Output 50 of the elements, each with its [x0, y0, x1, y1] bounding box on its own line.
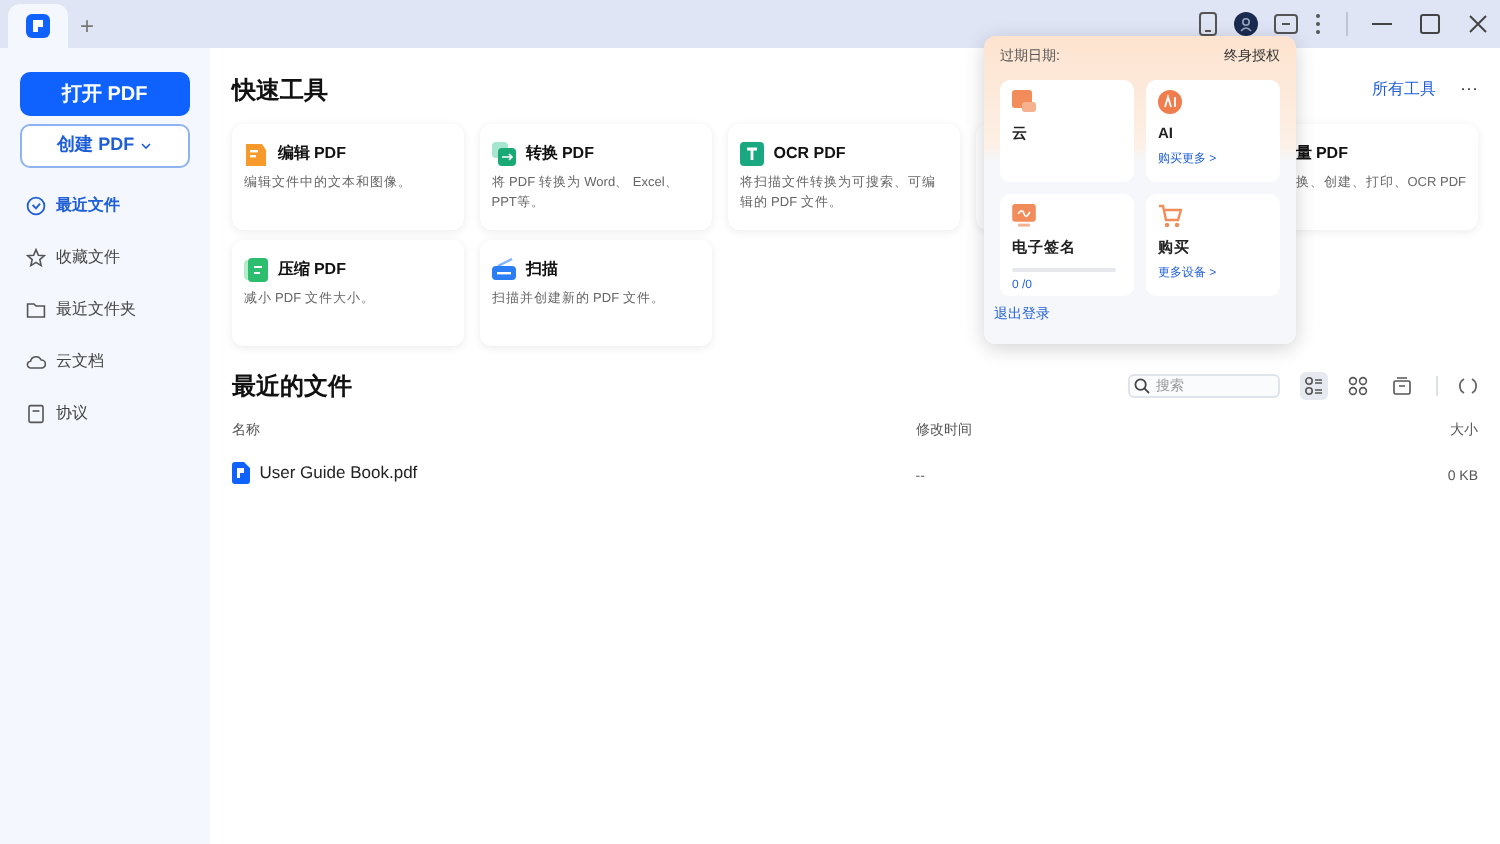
text-icon [739, 142, 764, 166]
tablet-icon[interactable] [1198, 12, 1218, 36]
search-icon [1134, 378, 1150, 394]
message-icon[interactable] [1274, 13, 1298, 35]
ai-icon [1158, 90, 1182, 114]
more-icon[interactable] [1314, 12, 1322, 36]
app-logo-icon [26, 14, 50, 38]
caret-icon [140, 142, 153, 150]
document-icon [243, 142, 268, 166]
card-icon [1012, 90, 1036, 114]
tool-title: 编辑 PDF [277, 142, 346, 166]
new-tab-button[interactable]: + [68, 4, 107, 48]
app-tab[interactable] [8, 4, 68, 48]
maximize-icon[interactable] [1420, 14, 1440, 34]
pdf-file-icon [231, 461, 250, 483]
tool-title: OCR PDF [773, 142, 846, 166]
cloud-icon [26, 352, 46, 372]
convert-icon [491, 142, 516, 166]
all-tools-link[interactable]: 所有工具 [1372, 78, 1436, 102]
cabinet-button[interactable] [1388, 372, 1416, 400]
tool-title: 量 PDF [1295, 142, 1348, 166]
tool-title: 压缩 PDF [277, 258, 346, 282]
section-title: 最近的文件 [231, 370, 352, 404]
scanner-icon [491, 258, 516, 282]
grid-view-button[interactable] [1344, 372, 1372, 400]
open-pdf-button[interactable]: 打开 PDF [20, 72, 190, 116]
close-icon[interactable] [1468, 14, 1488, 34]
sidebar-item[interactable]: 云文档 [20, 344, 190, 380]
section-title: 快速工具 [231, 74, 328, 108]
cabinet-icon [1392, 376, 1412, 396]
file-name[interactable]: User Guide Book.pdf [259, 459, 418, 485]
list-view-icon [1304, 376, 1324, 396]
grid-view-icon [1348, 376, 1368, 396]
document-icon [243, 258, 268, 282]
clock-icon [26, 196, 46, 216]
avatar-icon[interactable] [1234, 12, 1258, 36]
monitor-icon [1012, 204, 1036, 228]
folder-icon [26, 300, 46, 320]
create-pdf-button[interactable]: 创建 PDF [20, 124, 190, 168]
more-button[interactable]: ··· [1460, 76, 1478, 104]
document-icon [26, 404, 46, 424]
tool-title: 扫描 [525, 258, 558, 282]
list-view-button[interactable] [1300, 372, 1328, 400]
cart-icon [1158, 204, 1182, 228]
sidebar-item[interactable]: 协议 [20, 396, 190, 432]
star-icon [26, 248, 46, 268]
sidebar-item[interactable]: 收藏文件 [20, 240, 190, 276]
sidebar-item[interactable]: 最近文件 [20, 188, 190, 224]
tool-title: 转换 PDF [525, 142, 594, 166]
sidebar-item[interactable]: 最近文件夹 [20, 292, 190, 328]
